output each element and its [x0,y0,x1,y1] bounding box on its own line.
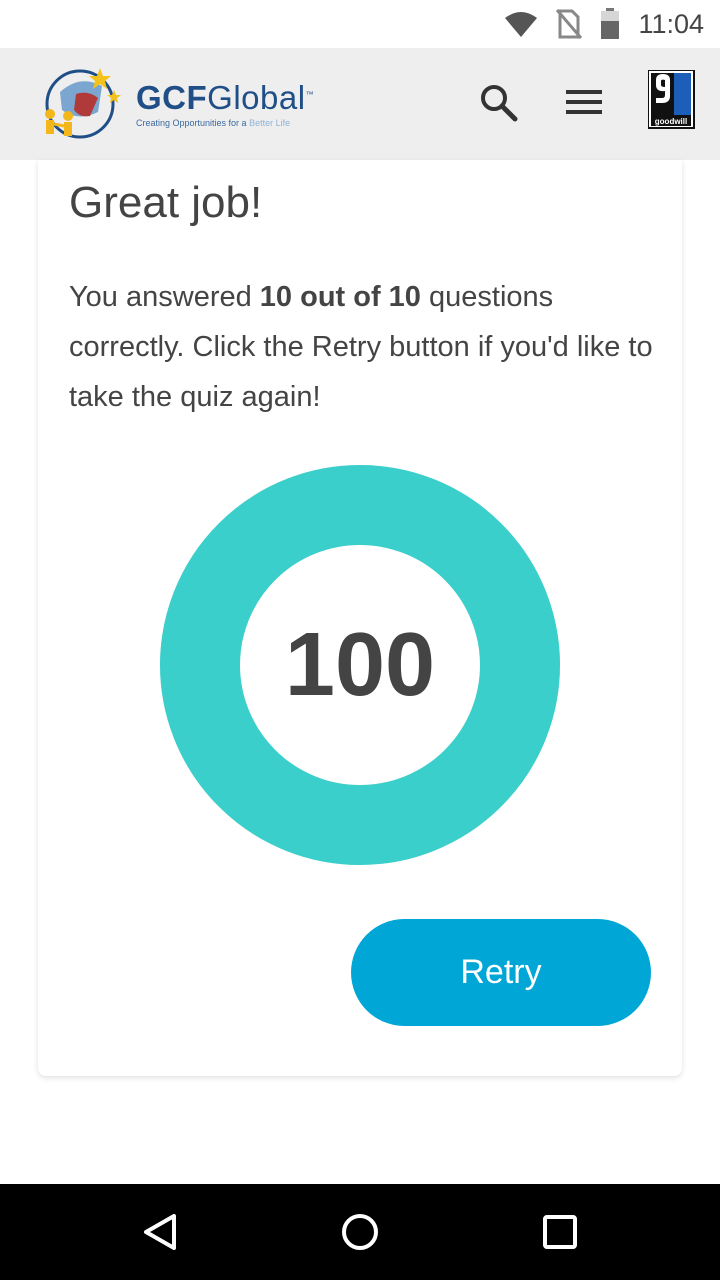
quiz-result-card: Great job! You answered 10 out of 10 que… [38,160,682,1076]
battery-icon [601,8,620,39]
back-icon[interactable] [140,1212,180,1252]
gcf-emblem-icon [45,68,121,139]
recents-icon[interactable] [540,1212,580,1252]
status-bar: 11:04 [0,0,720,48]
result-title: Great job! [69,178,263,227]
clock: 11:04 [638,8,704,39]
result-message: You answered 10 out of 10 questions corr… [69,281,653,413]
search-icon[interactable] [478,82,518,122]
app-header: GCFGlobal™ Creating Opportunities for a … [0,48,720,160]
no-sim-icon [556,9,583,39]
logo-wordmark: GCFGlobal™ [136,78,315,116]
svg-text:goodwill: goodwill [655,117,687,126]
score-value: 100 [284,615,436,715]
menu-icon[interactable] [564,86,604,118]
goodwill-logo-icon[interactable]: goodwill [648,70,696,130]
gcfglobal-logo[interactable]: GCFGlobal™ Creating Opportunities for a … [38,64,328,144]
wifi-icon [505,12,538,37]
retry-button[interactable]: Retry [351,919,651,1026]
logo-tagline: Creating Opportunities for a Better Life [136,117,291,128]
home-icon[interactable] [340,1212,380,1252]
system-nav-bar [0,1184,720,1280]
